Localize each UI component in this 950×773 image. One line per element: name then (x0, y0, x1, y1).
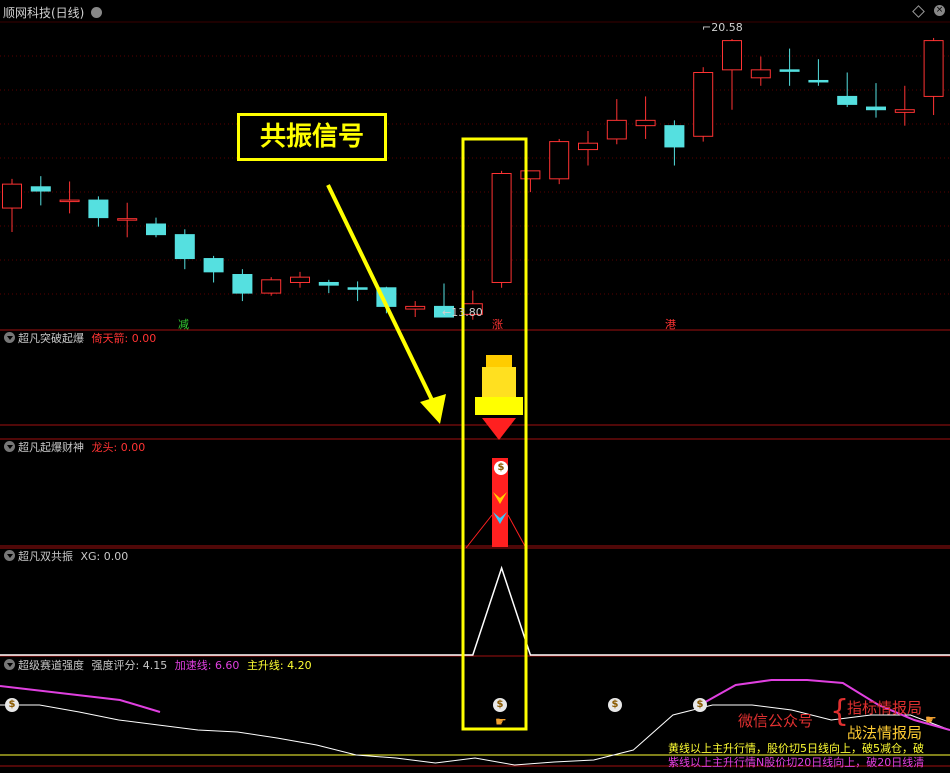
panel-name: 超凡起爆财神 (18, 441, 84, 454)
main-value: 4.20 (287, 659, 312, 672)
candle-body (750, 69, 771, 79)
accel-line-left (0, 685, 161, 713)
panel-field-value: 4.15 (142, 659, 168, 672)
accel-label: 加速线: (174, 659, 212, 672)
money-bag-icon: $ (608, 698, 622, 712)
bell-top (486, 355, 512, 367)
signal-arrow (482, 418, 516, 440)
candle-body (203, 258, 224, 273)
collapse-icon[interactable] (4, 332, 15, 343)
candle-body (693, 72, 714, 137)
panel-field-value: 0.00 (103, 550, 129, 563)
candle-body (606, 119, 627, 140)
candle-body (146, 223, 166, 236)
low-label-arrow: ← (442, 306, 452, 319)
callout-arrow (326, 184, 446, 424)
panel3-resonance-line (0, 565, 950, 656)
collapse-icon[interactable] (4, 441, 15, 452)
candle-body (664, 125, 685, 148)
panel-field-label: 强度评分: (91, 659, 140, 672)
panel-header-4[interactable]: 超级赛道强度 强度评分: 4.15 加速线: 6.60 主升线: 4.20 (4, 659, 312, 673)
bell-rim (475, 397, 523, 415)
candle-body (923, 40, 944, 97)
candle-group (2, 37, 944, 320)
high-price-label: ⌐20.58 (702, 21, 743, 35)
collapse-icon[interactable] (4, 659, 15, 670)
money-bag-icon: $ (5, 698, 19, 712)
panel-name: 超凡突破起爆 (18, 332, 84, 345)
candle-body (578, 142, 598, 151)
panel-field-label: 倚天箭: (91, 332, 129, 345)
wealth-line-left (465, 514, 493, 549)
candle-body (318, 281, 339, 286)
watermark-prefix: 微信公众号 (738, 712, 814, 730)
price-marker: 减 (178, 318, 189, 331)
candle-body (30, 186, 51, 192)
candle-body (117, 218, 138, 221)
title-dropdown-icon[interactable] (91, 7, 103, 18)
panel-header-3[interactable]: 超凡双共振 XG: 0.00 (4, 550, 128, 564)
candle-body (261, 279, 282, 294)
candle-body (290, 276, 310, 283)
resonance-callout: 共振信号 (237, 113, 387, 161)
hand-pointer-icon: ☛ (925, 713, 937, 728)
panel-field-value: 0.00 (120, 441, 146, 454)
resonance-line (0, 565, 950, 656)
candle-body (232, 274, 253, 294)
panel-header-2[interactable]: 超凡起爆财神 龙头: 0.00 (4, 441, 145, 455)
window-title-text: 顺网科技(日线) (3, 6, 85, 20)
low-label-value: 13.80 (451, 306, 483, 319)
price-marker: 港 (665, 318, 676, 331)
candle-body (405, 305, 426, 310)
candle-body (635, 119, 656, 127)
panel-header-1[interactable]: 超凡突破起爆 倚天箭: 0.00 (4, 332, 156, 346)
candle-body (491, 173, 512, 283)
hand-pointer-icon: ☛ (495, 715, 507, 730)
high-label-arrow: ⌐ (702, 21, 712, 34)
candle-body (549, 141, 570, 180)
accel-value: 6.60 (214, 659, 240, 672)
panel-name: 超级赛道强度 (18, 659, 84, 672)
chart-svg (0, 21, 950, 767)
candle-body (866, 106, 886, 111)
panel-name: 超凡双共振 (18, 550, 73, 563)
main-label: 主升线: (246, 659, 284, 672)
price-grid (0, 55, 950, 295)
close-icon[interactable]: × (934, 5, 945, 16)
candle-body (808, 79, 829, 83)
money-bag-icon: $ (693, 698, 707, 712)
chart-stage: 顺网科技(日线) × 共振信号 ⌐20.58 ←13.80 减 涨 港 超凡突破起爆… (0, 0, 950, 773)
panel-field-value: 0.00 (131, 332, 157, 345)
window-title: 顺网科技(日线) (3, 4, 103, 21)
price-marker: 涨 (492, 318, 503, 331)
money-bag-icon: $ (493, 698, 507, 712)
wealth-line-right (507, 514, 527, 549)
panel-field-label: XG: (80, 550, 101, 563)
panel-field-label: 龙头: (91, 441, 118, 454)
panel1-signal (475, 355, 523, 440)
candle-body (520, 170, 541, 180)
low-price-label: ←13.80 (442, 306, 483, 320)
note-line-2: 紫线以上主升行情N股价切20日线向上，破20日线清 (668, 756, 925, 769)
bell-body (482, 367, 516, 397)
candle-body (722, 40, 742, 71)
candle-body (174, 234, 195, 260)
money-bag-icon: $ (494, 461, 508, 475)
candle-body (59, 199, 80, 203)
collapse-icon[interactable] (4, 550, 15, 561)
watermark-line1: 指标情报局 (847, 699, 923, 717)
candle-body (88, 199, 109, 219)
high-label-value: 20.58 (711, 21, 743, 34)
candle-body (837, 95, 858, 105)
candle-body (779, 69, 800, 72)
candle-body (894, 109, 915, 113)
candle-body (347, 287, 368, 290)
candle-body (2, 183, 22, 209)
